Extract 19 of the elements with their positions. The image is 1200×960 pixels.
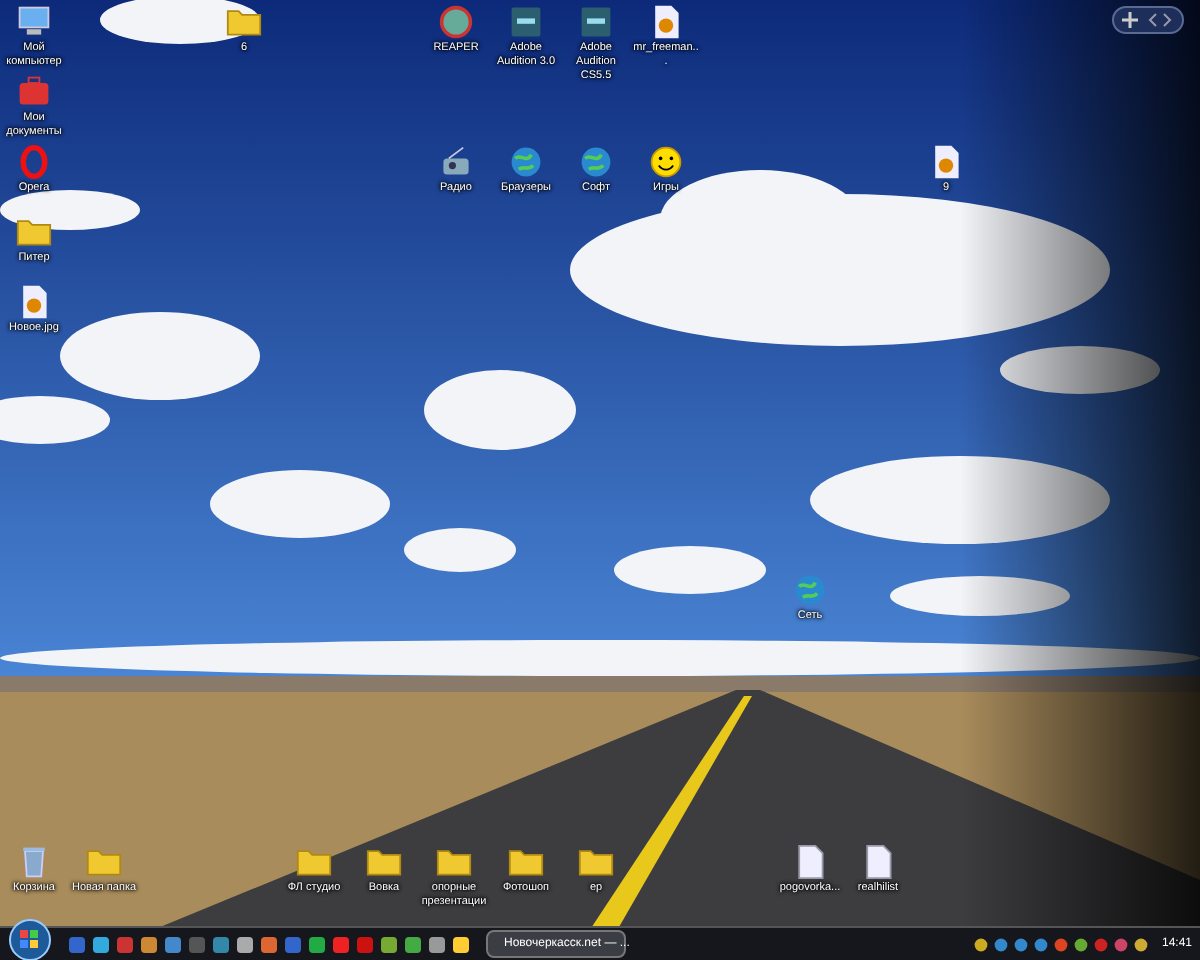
circle-icon[interactable] xyxy=(438,4,474,40)
folder-icon[interactable] xyxy=(366,844,402,880)
radio-icon[interactable] xyxy=(438,144,474,180)
document-icon[interactable] xyxy=(860,844,896,880)
document-icon[interactable] xyxy=(792,844,828,880)
globe-icon[interactable] xyxy=(578,144,614,180)
folder-icon[interactable] xyxy=(436,844,472,880)
globe-icon[interactable] xyxy=(508,144,544,180)
folder-icon[interactable] xyxy=(508,844,544,880)
folder-icon[interactable] xyxy=(296,844,332,880)
briefcase-icon[interactable] xyxy=(16,74,52,110)
arrows-icon[interactable] xyxy=(1146,12,1174,28)
start-button[interactable] xyxy=(8,918,52,960)
folder-icon[interactable] xyxy=(226,4,262,40)
computer-icon[interactable] xyxy=(16,4,52,40)
smiley-icon[interactable] xyxy=(648,144,684,180)
folder-icon[interactable] xyxy=(578,844,614,880)
plus-icon[interactable] xyxy=(1122,12,1138,28)
folder-icon[interactable] xyxy=(16,214,52,250)
